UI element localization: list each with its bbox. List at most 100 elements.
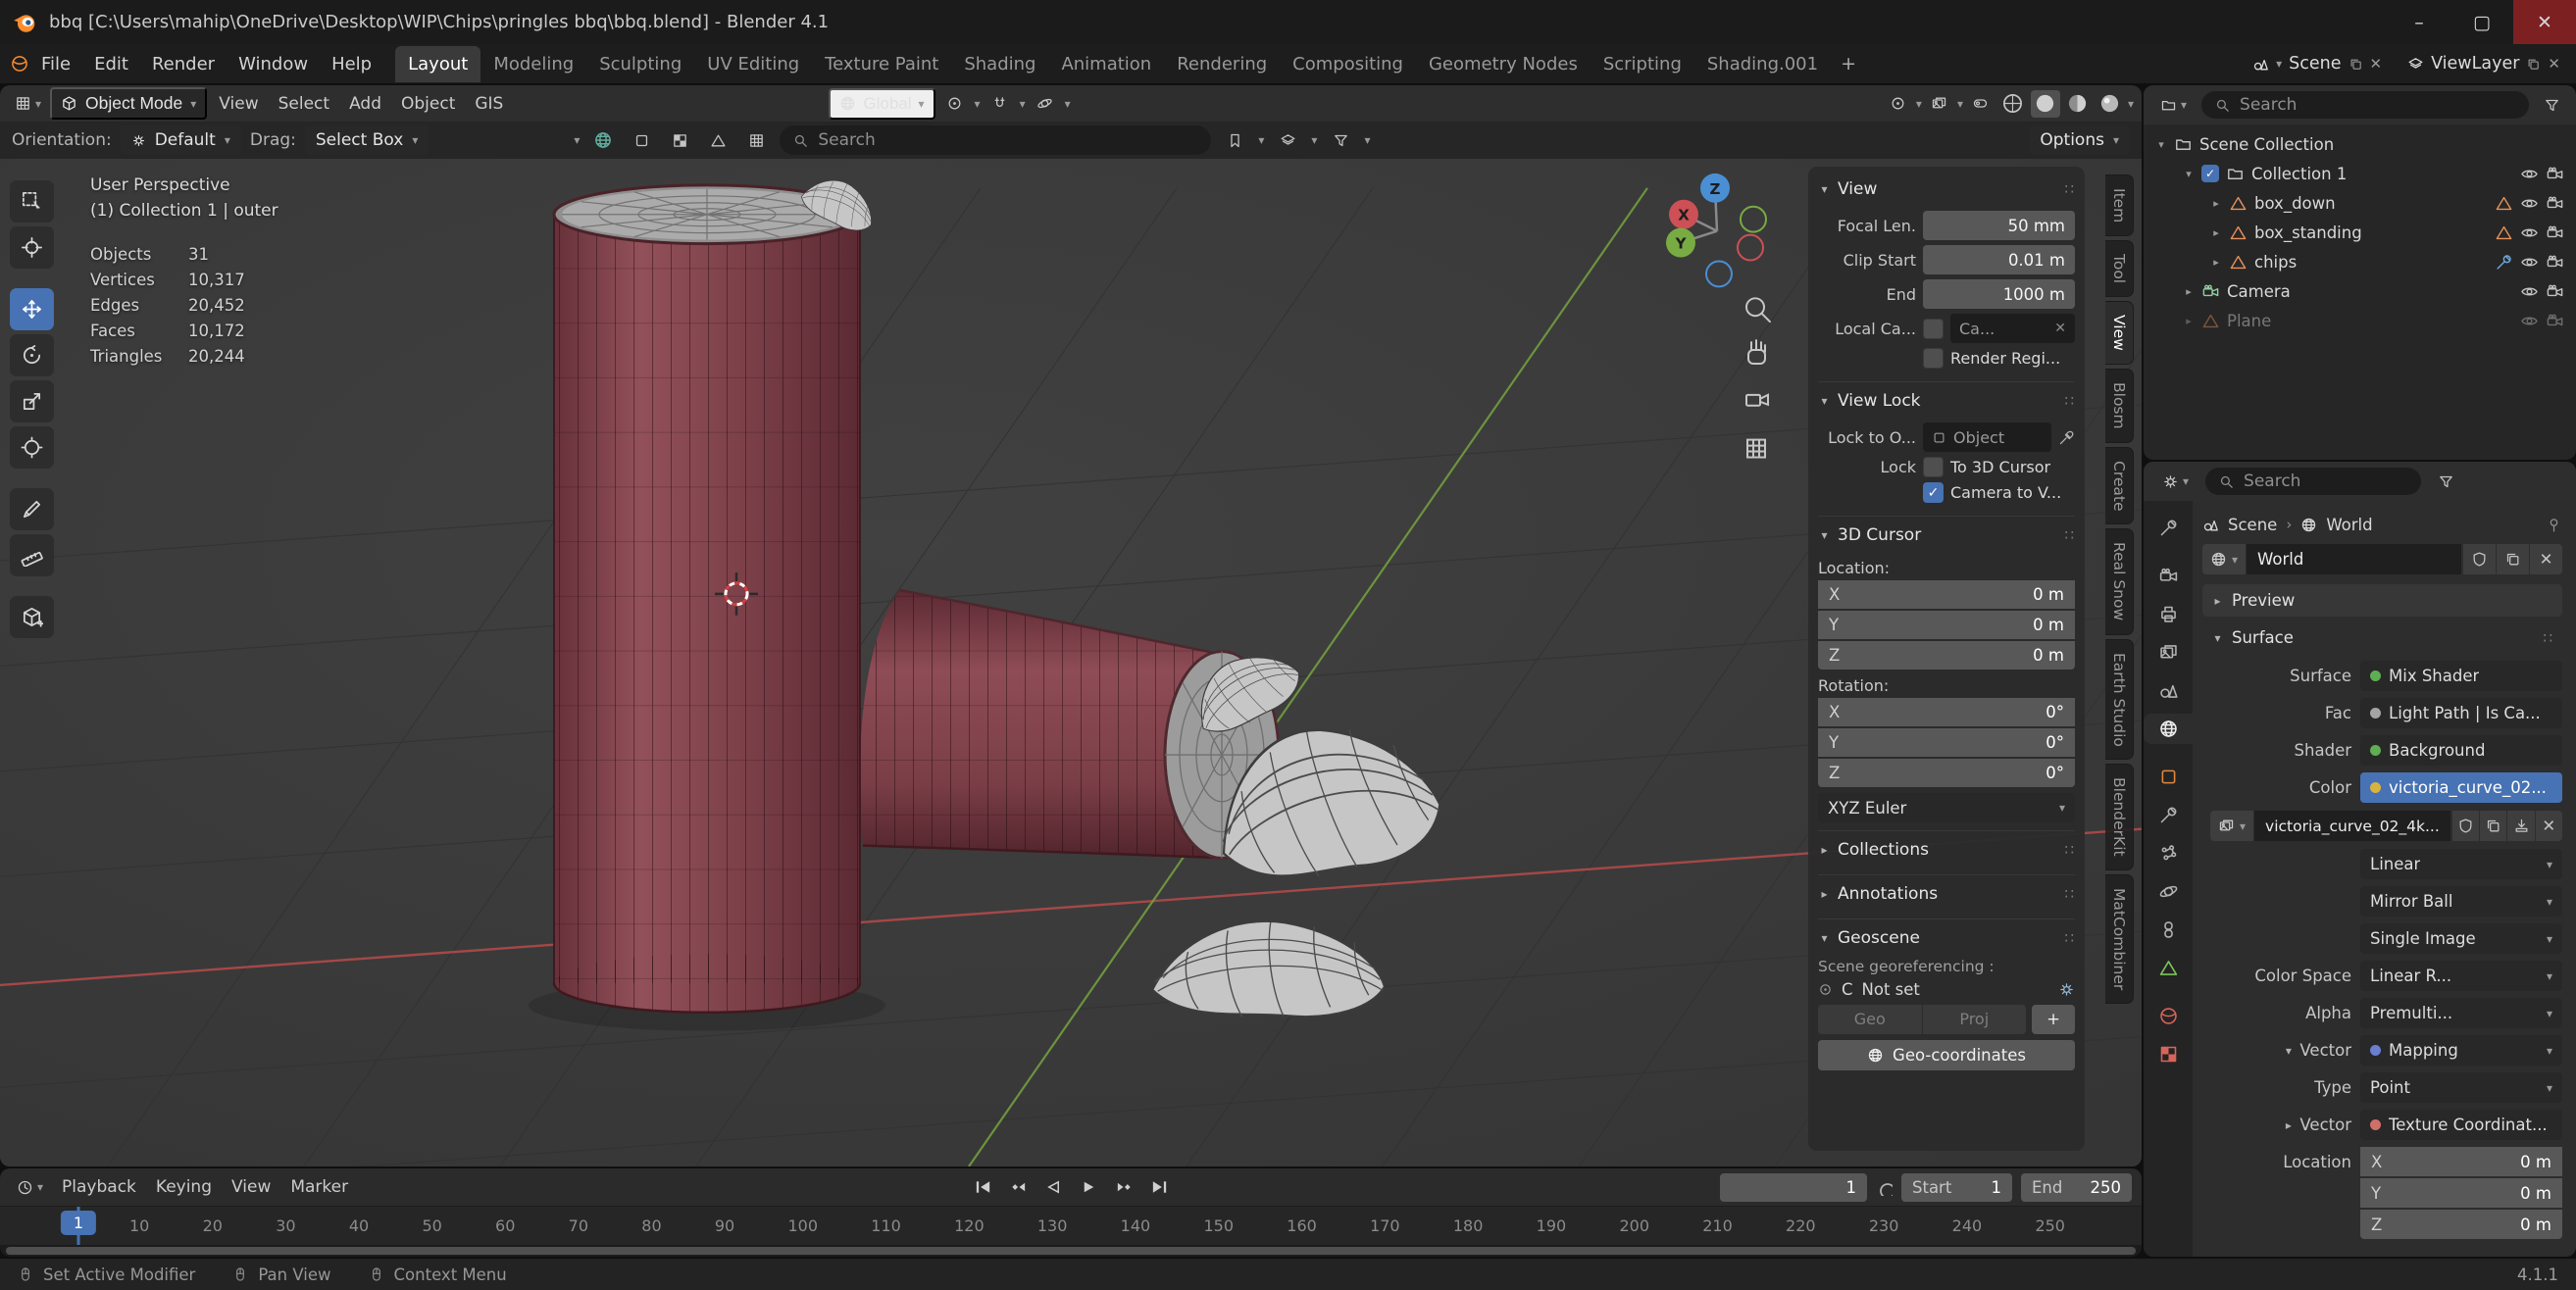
- eye-icon[interactable]: [2520, 194, 2539, 213]
- breadcrumb-world[interactable]: World: [2326, 516, 2372, 534]
- render-region-checkbox[interactable]: [1923, 348, 1944, 369]
- tab-object-data[interactable]: [2147, 953, 2189, 983]
- viewport-menu-item[interactable]: View: [209, 90, 268, 118]
- workspace-tab[interactable]: Scripting: [1591, 46, 1694, 82]
- tab-output[interactable]: [2147, 599, 2189, 629]
- add-workspace-button[interactable]: +: [1831, 47, 1866, 80]
- gizmo-y-neg[interactable]: [1740, 205, 1767, 233]
- properties-editor-type-button[interactable]: ▾: [2155, 473, 2196, 490]
- tab-modifiers[interactable]: [2147, 800, 2189, 830]
- breadcrumb-scene[interactable]: Scene: [2228, 516, 2277, 534]
- viewport-menu-item[interactable]: Object: [391, 90, 465, 118]
- tab-scene[interactable]: [2147, 675, 2189, 706]
- fac-field[interactable]: Light Path | Is Ca...: [2360, 698, 2562, 728]
- workspace-tab[interactable]: Sculpting: [586, 46, 694, 82]
- workspace-tab[interactable]: Animation: [1048, 46, 1164, 82]
- shading-material-button[interactable]: [2063, 90, 2093, 118]
- next-keyframe-button[interactable]: [1107, 1173, 1140, 1201]
- surface-shader-field[interactable]: Mix Shader: [2360, 661, 2562, 691]
- outliner-row-plane[interactable]: ▸ Plane: [2147, 306, 2572, 335]
- source-dropdown[interactable]: Single Image ▾: [2360, 923, 2562, 954]
- browse-world-button[interactable]: ▾: [2202, 544, 2247, 574]
- bookmark-icon[interactable]: [1220, 126, 1249, 154]
- outliner-search-input[interactable]: Search: [2201, 91, 2529, 119]
- eye-icon[interactable]: [2520, 165, 2539, 183]
- npanel-tab[interactable]: MatCombiner: [2105, 873, 2134, 1005]
- collection-checkbox[interactable]: ✓: [2201, 165, 2219, 182]
- workspace-tab[interactable]: Texture Paint: [812, 46, 951, 82]
- npanel-tab[interactable]: Earth Studio: [2105, 638, 2134, 761]
- workspace-tab[interactable]: Geometry Nodes: [1416, 46, 1591, 82]
- mapping-type-dropdown[interactable]: Point ▾: [2360, 1072, 2562, 1103]
- tab-constraints[interactable]: [2147, 915, 2189, 945]
- lock-3d-cursor-checkbox[interactable]: [1923, 457, 1944, 477]
- render-camera-icon[interactable]: [2546, 253, 2564, 272]
- npanel-tab[interactable]: View: [2105, 301, 2134, 366]
- tab-particles[interactable]: [2147, 838, 2189, 868]
- gear-icon[interactable]: [2058, 981, 2075, 998]
- tool-rotate[interactable]: [10, 334, 54, 376]
- workspace-tab[interactable]: Shading.001: [1694, 46, 1831, 82]
- workspace-tab[interactable]: UV Editing: [694, 46, 812, 82]
- tool-move[interactable]: [10, 288, 54, 330]
- color-texture-field[interactable]: victoria_curve_02...: [2360, 772, 2562, 803]
- tab-object[interactable]: [2147, 762, 2189, 792]
- render-camera-icon[interactable]: [2546, 282, 2564, 301]
- viewport-3d[interactable]: Z X Y User Perspective (1) Collection 1 …: [0, 159, 2142, 1166]
- clear-icon[interactable]: ✕: [2054, 321, 2066, 336]
- tab-view-layer[interactable]: [2147, 637, 2189, 668]
- play-reverse-button[interactable]: [1036, 1173, 1070, 1201]
- unlink-datablock-icon[interactable]: ✕: [2530, 544, 2562, 574]
- pivot-point-dropdown[interactable]: [940, 90, 970, 118]
- outliner-row-box-standing[interactable]: ▸ box_standing: [2147, 218, 2572, 247]
- local-camera-checkbox[interactable]: [1923, 318, 1944, 339]
- eye-icon[interactable]: [2520, 223, 2539, 242]
- timeline-ruler[interactable]: 10 20 30 40 50 60 70 80 90 100 110 120 130 140 150 160 1…: [0, 1206, 2142, 1245]
- timeline-menu-item[interactable]: Keying: [146, 1173, 222, 1201]
- workspace-tab[interactable]: Layout: [395, 45, 481, 82]
- proj-button[interactable]: Proj: [1921, 1005, 2026, 1034]
- filter-icon[interactable]: [2431, 468, 2460, 495]
- mode-selector[interactable]: Object Mode ▾: [50, 87, 208, 120]
- tab-render[interactable]: [2147, 561, 2189, 591]
- npanel-tab[interactable]: Item: [2105, 174, 2134, 237]
- outliner-row-camera[interactable]: ▸ Camera: [2147, 276, 2572, 306]
- gizmo-z-neg[interactable]: [1705, 260, 1733, 288]
- minimize-button[interactable]: –: [2388, 0, 2450, 44]
- new-viewlayer-icon[interactable]: [2526, 57, 2541, 72]
- geo-coordinates-button[interactable]: Geo-coordinates: [1818, 1040, 2075, 1070]
- pack-image-icon[interactable]: [2507, 811, 2535, 841]
- viewport-menu-item[interactable]: GIS: [465, 90, 513, 118]
- tab-texture[interactable]: [2147, 1039, 2189, 1069]
- npanel-tab[interactable]: Create: [2105, 446, 2134, 525]
- frame-end-field[interactable]: End 250: [2021, 1172, 2132, 1202]
- focal-length-field[interactable]: 50 mm: [1923, 211, 2075, 240]
- mesh-box-standing[interactable]: [529, 171, 885, 1031]
- layers-icon[interactable]: [1273, 126, 1302, 154]
- titlebar[interactable]: bbq [C:\Users\mahip\OneDrive\Desktop\WIP…: [0, 0, 2576, 44]
- location-field[interactable]: X0 m: [2360, 1147, 2562, 1176]
- timeline-menu-item[interactable]: Marker: [280, 1173, 358, 1201]
- eye-icon[interactable]: [2520, 253, 2539, 272]
- orientation-dropdown[interactable]: Default ▾: [120, 125, 241, 155]
- shading-solid-button[interactable]: [2030, 89, 2060, 118]
- eye-icon[interactable]: [2520, 282, 2539, 301]
- local-camera-field[interactable]: Ca... ✕: [1950, 314, 2075, 343]
- vector-mapping-field[interactable]: Mapping ▾: [2360, 1035, 2562, 1066]
- cursor-location-field[interactable]: Y0 m: [1818, 611, 2075, 639]
- tab-physics[interactable]: [2147, 876, 2189, 907]
- remove-viewlayer-icon[interactable]: ✕: [2548, 55, 2560, 73]
- location-field[interactable]: Y0 m: [2360, 1178, 2562, 1208]
- section-header-view[interactable]: ▾ View ∷: [1818, 173, 2075, 206]
- tab-tool[interactable]: [2147, 513, 2189, 543]
- interpolation-dropdown[interactable]: Linear ▾: [2360, 849, 2562, 879]
- section-header-3d-cursor[interactable]: ▾ 3D Cursor ∷: [1818, 519, 2075, 552]
- frame-start-field[interactable]: Start 1: [1901, 1172, 2012, 1202]
- proportional-editing-toggle[interactable]: [1031, 90, 1060, 118]
- tool-cursor[interactable]: [10, 226, 54, 269]
- texture-coordinate-field[interactable]: Texture Coordinat...: [2360, 1110, 2562, 1140]
- panel-header-surface[interactable]: ▾ Surface ∷: [2202, 621, 2562, 654]
- tool-scale[interactable]: [10, 380, 54, 422]
- section-header-geoscene[interactable]: ▾ Geoscene ∷: [1818, 921, 2075, 955]
- cursor-rotation-field[interactable]: X 0°: [1818, 698, 2075, 726]
